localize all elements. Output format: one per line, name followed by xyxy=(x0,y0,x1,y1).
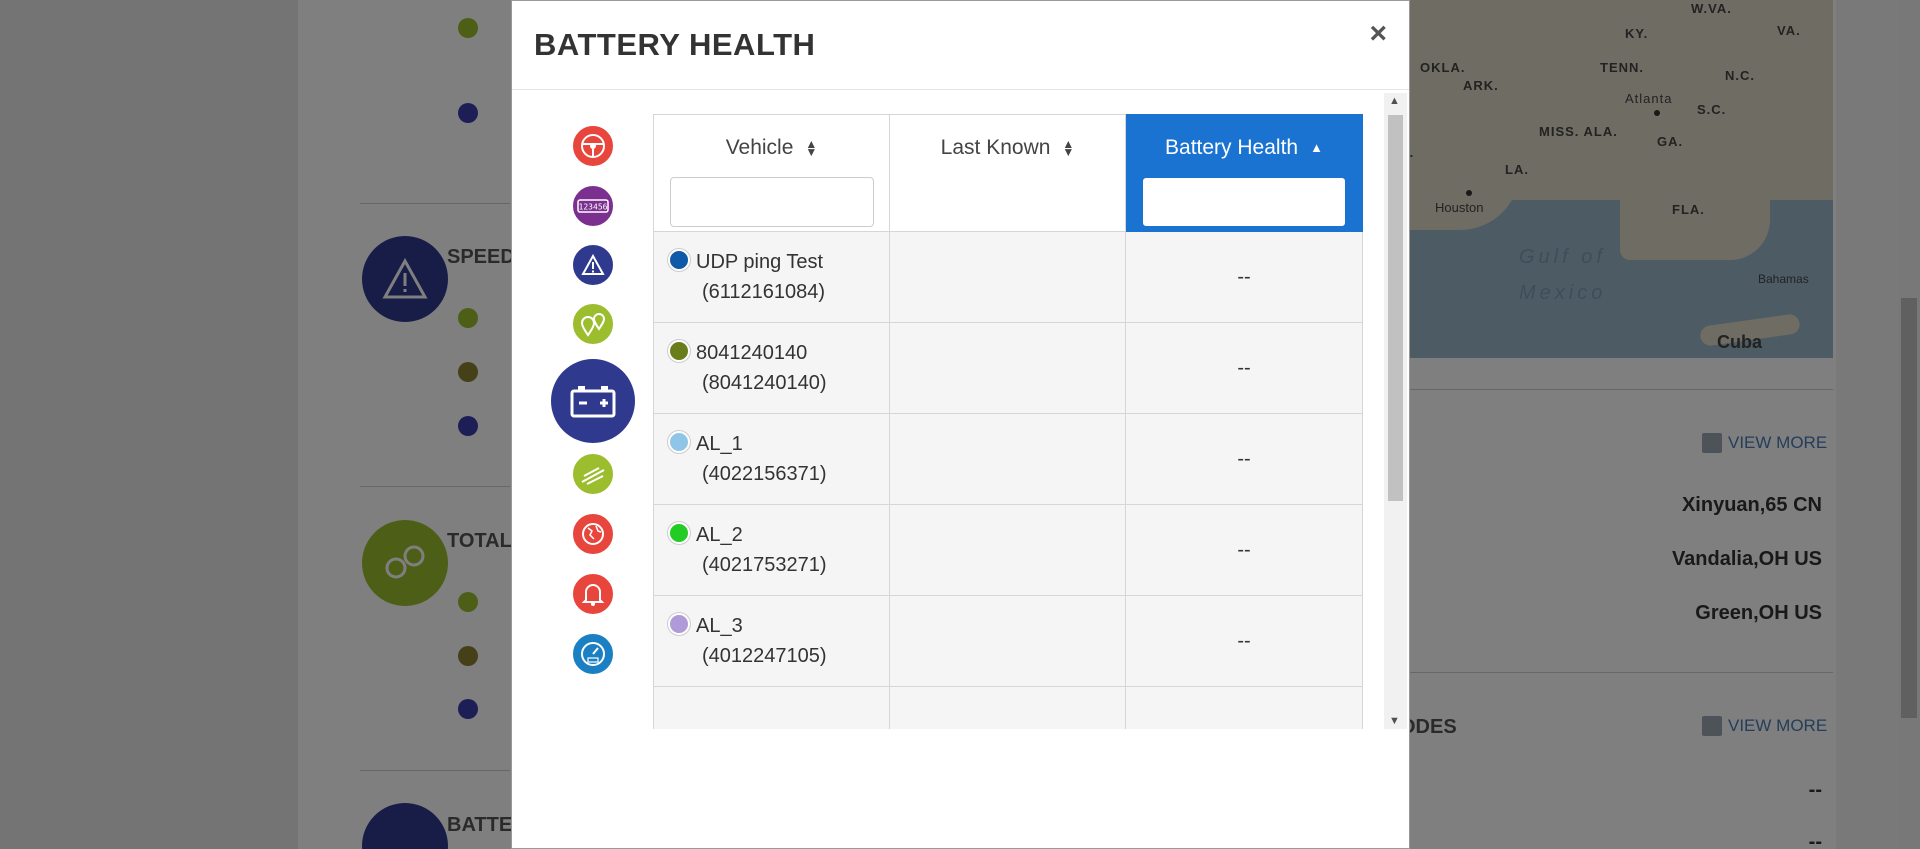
battery-health-cell: -- xyxy=(1125,595,1363,687)
close-button[interactable]: × xyxy=(1369,19,1387,49)
battery-health-filter-input[interactable] xyxy=(1142,177,1346,227)
battery-table-container: Vehicle ▲ ▼ Last Known ▲ ▼ Battery Healt… xyxy=(653,114,1376,729)
last-known-cell xyxy=(889,231,1126,323)
vehicle-filter-input[interactable] xyxy=(669,177,874,227)
table-row[interactable]: UDP ping Test (6112161084) -- xyxy=(653,231,1363,323)
table-scrollbar[interactable]: ▲ ▼ xyxy=(1384,93,1407,729)
globe-icon[interactable] xyxy=(571,512,615,556)
last-known-cell xyxy=(889,595,1126,687)
column-header-battery-health[interactable]: Battery Health ▲ xyxy=(1125,114,1363,232)
sort-icon[interactable]: ▲ ▼ xyxy=(805,138,817,158)
vehicle-color-dot xyxy=(668,249,690,271)
vehicle-id: (4022156371) xyxy=(702,463,827,485)
vehicle-id: (8041240140) xyxy=(702,372,827,394)
sort-ascending-icon[interactable]: ▲ xyxy=(1310,141,1323,154)
vehicle-cell: AL_2 (4021753271) xyxy=(653,504,890,596)
odometer-icon[interactable]: 123456 xyxy=(571,184,615,228)
svg-text:123456: 123456 xyxy=(579,203,608,212)
last-known-cell xyxy=(889,686,1126,729)
battery-health-cell xyxy=(1125,686,1363,729)
bell-icon[interactable] xyxy=(571,572,615,616)
battery-health-cell: -- xyxy=(1125,413,1363,505)
battery-health-cell: -- xyxy=(1125,322,1363,414)
vehicle-id: (6112161084) xyxy=(702,281,826,303)
scrollbar-thumb[interactable] xyxy=(1388,115,1403,501)
table-row[interactable]: AL_2 (4021753271) -- xyxy=(653,504,1363,596)
vehicle-name: UDP ping Test xyxy=(696,251,824,273)
last-known-cell xyxy=(889,504,1126,596)
vehicle-id: (4012247105) xyxy=(702,645,827,667)
table-header-row: Vehicle ▲ ▼ Last Known ▲ ▼ Battery Healt… xyxy=(653,114,1363,232)
vehicle-cell: AL_1 (4022156371) xyxy=(653,413,890,505)
table-row[interactable]: 8041240140 (8041240140) -- xyxy=(653,322,1363,414)
vehicle-cell xyxy=(653,686,890,729)
vehicle-cell: AL_3 (4012247105) xyxy=(653,595,890,687)
table-row[interactable]: AL_3 (4012247105) -- xyxy=(653,595,1363,687)
table-row[interactable]: AL_1 (4022156371) -- xyxy=(653,413,1363,505)
report-icon-rail: 123456 xyxy=(512,91,652,729)
vehicle-name: AL_3 xyxy=(696,615,743,637)
battery-health-modal: BATTERY HEALTH × 123456 Vehicle ▲ ▼ Last… xyxy=(511,0,1410,849)
warning-icon[interactable] xyxy=(571,243,615,287)
vehicle-name: AL_2 xyxy=(696,524,743,546)
scroll-up-icon[interactable]: ▲ xyxy=(1389,95,1400,107)
column-header-last-known[interactable]: Last Known ▲ ▼ xyxy=(889,114,1126,232)
scroll-down-icon[interactable]: ▼ xyxy=(1389,715,1400,727)
battery-icon[interactable] xyxy=(549,357,637,445)
battery-health-cell: -- xyxy=(1125,504,1363,596)
battery-health-table: Vehicle ▲ ▼ Last Known ▲ ▼ Battery Healt… xyxy=(653,114,1363,729)
vehicle-color-dot xyxy=(668,613,690,635)
modal-body: 123456 Vehicle ▲ ▼ Last Known ▲ ▼ Batter… xyxy=(512,91,1409,729)
vehicle-name: 8041240140 xyxy=(696,342,808,364)
last-known-cell xyxy=(889,413,1126,505)
table-row[interactable] xyxy=(653,686,1363,729)
modal-title: BATTERY HEALTH xyxy=(534,27,816,62)
steering-wheel-icon[interactable] xyxy=(571,124,615,168)
map-pins-icon[interactable] xyxy=(571,302,615,346)
vehicle-id: (4021753271) xyxy=(702,554,827,576)
vehicle-cell: 8041240140 (8041240140) xyxy=(653,322,890,414)
vehicle-cell: UDP ping Test (6112161084) xyxy=(653,231,890,323)
vehicle-color-dot xyxy=(668,340,690,362)
column-header-vehicle[interactable]: Vehicle ▲ ▼ xyxy=(653,114,890,232)
modal-header: BATTERY HEALTH × xyxy=(512,1,1409,90)
speedometer-icon[interactable] xyxy=(571,632,615,676)
last-known-cell xyxy=(889,322,1126,414)
idle-icon[interactable] xyxy=(571,452,615,496)
battery-health-cell: -- xyxy=(1125,231,1363,323)
vehicle-color-dot xyxy=(668,522,690,544)
sort-icon[interactable]: ▲ ▼ xyxy=(1062,138,1074,158)
vehicle-name: AL_1 xyxy=(696,433,743,455)
vehicle-color-dot xyxy=(668,431,690,453)
table-body: UDP ping Test (6112161084) -- 8041240140 (80… xyxy=(653,231,1363,729)
